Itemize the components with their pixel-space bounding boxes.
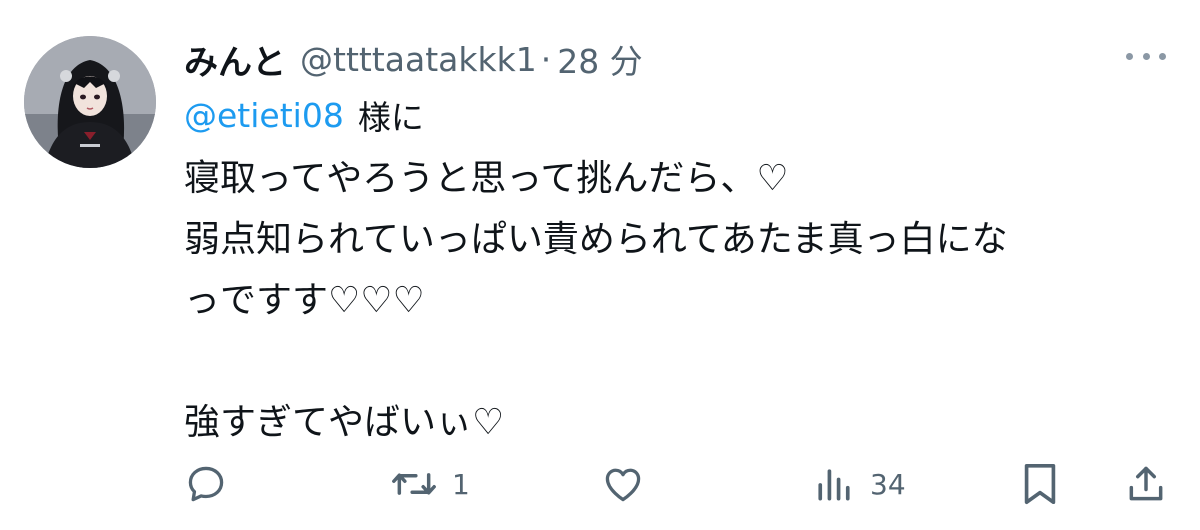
views-button[interactable]: 34: [812, 456, 906, 512]
tweet-line: 強すぎてやばいぃ♡: [184, 402, 505, 443]
retweet-count: 1: [452, 467, 470, 501]
avatar-image: [24, 36, 156, 168]
more-dot-icon: [1142, 52, 1150, 60]
tweet[interactable]: みんと @ttttaatakkk1 · 28 分 @etieti08 様に 寝取…: [0, 0, 1200, 530]
tweet-header: みんと @ttttaatakkk1 · 28 分: [184, 34, 643, 84]
more-options-button[interactable]: [1126, 46, 1166, 66]
more-dot-icon: [1159, 52, 1166, 60]
more-dot-icon: [1126, 52, 1133, 60]
views-count: 34: [870, 467, 906, 501]
tweet-line: 弱点知られていっぱい責められてあたま真っ白にな: [184, 219, 1008, 260]
like-button[interactable]: [600, 456, 646, 512]
tweet-line: 寝取ってやろうと思って挑んだら、♡: [184, 158, 789, 199]
heart-icon: [605, 468, 641, 502]
action-bar: 1 34: [0, 456, 1200, 512]
bookmark-icon: [1024, 463, 1056, 505]
share-button[interactable]: [1124, 456, 1168, 512]
replying-to: @etieti08 様に: [184, 92, 424, 138]
avatar[interactable]: [24, 36, 156, 168]
share-icon: [1129, 466, 1163, 501]
tweet-body: 寝取ってやろうと思って挑んだら、♡ 弱点知られていっぱい責められてあたま真っ白に…: [184, 148, 1174, 453]
timestamp[interactable]: 28 分: [557, 35, 642, 83]
retweet-button[interactable]: 1: [390, 456, 470, 512]
reply-suffix: 様に: [357, 98, 424, 137]
reply-icon: [188, 466, 224, 502]
mention-link[interactable]: @etieti08: [184, 96, 344, 135]
retweet-icon: [392, 473, 436, 495]
user-handle[interactable]: @ttttaatakkk1: [300, 40, 537, 79]
separator-dot: ·: [540, 39, 552, 79]
display-name[interactable]: みんと: [184, 35, 286, 84]
tweet-line: っですす♡♡♡: [184, 280, 425, 321]
reply-button[interactable]: [184, 456, 228, 512]
views-icon: [818, 469, 850, 501]
bookmark-button[interactable]: [1020, 456, 1060, 512]
